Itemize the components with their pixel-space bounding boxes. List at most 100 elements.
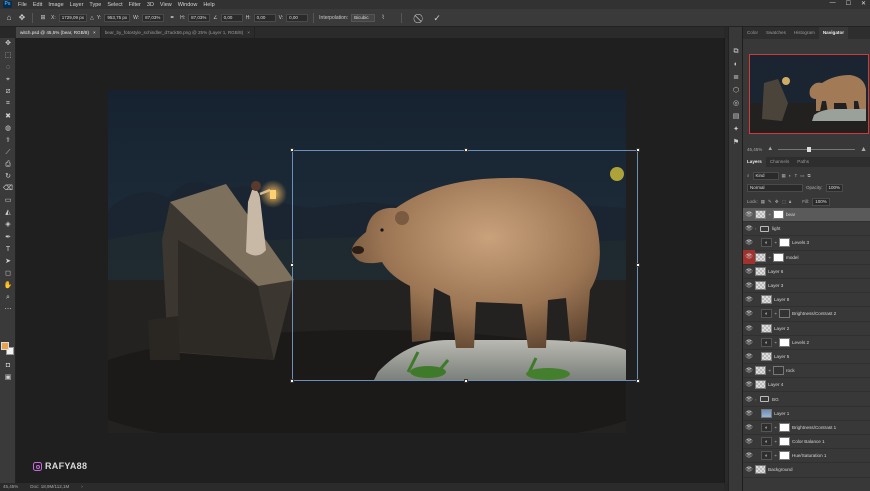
interpolation-select[interactable]: Bicubic (351, 13, 376, 22)
properties-icon[interactable]: ⧉ (729, 45, 743, 58)
visibility-eye-icon[interactable]: 👁︎ (743, 381, 755, 388)
layer-mask-thumbnail[interactable] (779, 422, 790, 432)
transform-handle-sw[interactable] (290, 379, 294, 383)
layer-row[interactable]: 👁︎ Layer 2 (743, 322, 870, 336)
layer-row[interactable]: 👁︎ Layer 3 (743, 279, 870, 294)
layer-row[interactable]: 👁︎ ◐ ⚭ Color Balance 1 (743, 435, 870, 450)
menu-3d[interactable]: 3D (144, 2, 157, 8)
tab-navigator[interactable]: Navigator (818, 27, 849, 39)
free-transform-box[interactable] (290, 148, 640, 383)
adjustments-icon[interactable]: ◐ (729, 58, 743, 71)
layer-row[interactable]: 👁︎ › BG (743, 392, 870, 407)
color-swatches[interactable] (1, 342, 15, 356)
menu-edit[interactable]: Edit (30, 2, 45, 8)
hskew-field[interactable]: 0,00 (253, 13, 276, 22)
tab-layers[interactable]: Layers (743, 157, 766, 167)
lock-position-icon[interactable]: ✥ (775, 199, 779, 205)
visibility-eye-icon[interactable]: 👁︎ (743, 466, 755, 473)
layer-row[interactable]: 👁︎ Layer 1 (743, 407, 870, 421)
visibility-eye-icon[interactable]: 👁︎ (743, 239, 755, 246)
crop-tool-icon[interactable]: ⧄ (0, 86, 16, 98)
maximize-button[interactable]: ☐ (846, 0, 851, 7)
y-position-field[interactable]: 953,75 px (104, 13, 131, 22)
transform-handle-ne[interactable] (636, 148, 640, 152)
hand-tool-icon[interactable]: ✋ (0, 280, 16, 292)
lock-pixels-icon[interactable]: ✎ (768, 199, 772, 205)
foreground-color-swatch[interactable] (1, 342, 9, 350)
brush-tool-icon[interactable]: ⚕ (0, 135, 16, 147)
visibility-eye-icon[interactable]: 👁︎ (743, 438, 755, 445)
layer-mask-thumbnail[interactable] (779, 437, 790, 447)
healing-brush-icon[interactable]: ◍ (0, 123, 16, 135)
zoom-out-icon[interactable]: ▲ (767, 146, 773, 152)
zoom-slider[interactable] (778, 146, 856, 152)
layer-row[interactable]: 👁︎ ⚭ model (743, 250, 870, 265)
layer-mask-thumbnail[interactable] (779, 451, 790, 461)
cancel-transform-icon[interactable]: ⃠ (415, 13, 425, 23)
home-icon[interactable]: ⌂ (4, 13, 14, 23)
visibility-eye-icon[interactable]: 👁︎ (743, 367, 755, 374)
layer-mask-thumbnail[interactable] (773, 210, 784, 220)
close-icon[interactable]: × (93, 27, 96, 38)
history-icon[interactable]: ▤ (729, 110, 743, 123)
fill-field[interactable]: 100% (812, 197, 830, 206)
tab-color[interactable]: Color (743, 27, 762, 39)
lock-all-icon[interactable]: 🔒︎ (789, 199, 791, 204)
tab-paths[interactable]: Paths (793, 157, 813, 167)
layer-mask-thumbnail[interactable] (779, 309, 790, 319)
commit-transform-icon[interactable]: ✓ (432, 13, 442, 23)
visibility-eye-icon[interactable]: 👁︎ (743, 410, 755, 417)
visibility-eye-icon[interactable]: 👁︎ (743, 250, 755, 265)
transform-handle-e[interactable] (636, 263, 640, 267)
quick-select-tool-icon[interactable]: ⌖ (0, 74, 16, 86)
actions-icon[interactable]: ⚑ (729, 136, 743, 149)
height-field[interactable]: 87,03% (188, 13, 211, 22)
layer-mask-thumbnail[interactable] (773, 366, 784, 376)
tab-witch[interactable]: witch.psd @ 45,5% (bear, RGB/8) × (16, 27, 101, 38)
filter-shape-icon[interactable]: ▭ (800, 173, 804, 179)
visibility-eye-icon[interactable]: 👁︎ (743, 396, 755, 403)
blend-mode-select[interactable]: Normal (747, 183, 803, 192)
tab-channels[interactable]: Channels (766, 157, 793, 167)
close-button[interactable]: ✕ (861, 0, 866, 7)
eraser-tool-icon[interactable]: ↻ (0, 171, 16, 183)
visibility-eye-icon[interactable]: 👁︎ (743, 211, 755, 218)
navigator-zoom-value[interactable]: 45,45% (747, 147, 762, 152)
layer-row[interactable]: 👁︎ ⚭ bear (743, 208, 870, 223)
layer-mask-thumbnail[interactable] (779, 337, 790, 347)
lock-artboard-icon[interactable]: ⬚ (782, 199, 786, 205)
opacity-field[interactable]: 100% (825, 183, 844, 192)
warp-icon[interactable]: ⌇ (378, 13, 388, 23)
link-icon[interactable]: ⚭ (167, 13, 177, 23)
transform-handle-w[interactable] (290, 263, 294, 267)
visibility-eye-icon[interactable]: 👁︎ (743, 310, 755, 317)
layer-row[interactable]: 👁︎ ◐ ⚭ Hue/Saturation 1 (743, 449, 870, 464)
menu-view[interactable]: View (157, 2, 175, 8)
dodge-tool-icon[interactable]: ◭ (0, 207, 16, 219)
visibility-eye-icon[interactable]: 👁︎ (743, 268, 755, 275)
lasso-tool-icon[interactable]: ◌ (0, 62, 16, 74)
clone-stamp-icon[interactable]: ⟋ (0, 147, 16, 159)
path-select-icon[interactable]: ➤ (0, 256, 16, 268)
zoom-tool-icon[interactable]: ⌕ (0, 292, 16, 304)
visibility-eye-icon[interactable]: 👁︎ (743, 325, 755, 332)
tab-bear-source[interactable]: bear_by_fotostyle_schindler_d7ack56.png … (101, 27, 255, 38)
layer-row[interactable]: 👁︎ Layer 5 (743, 350, 870, 365)
zoom-level[interactable]: 45,45% (3, 483, 18, 491)
zoom-in-icon[interactable]: ▲ (860, 146, 867, 153)
angle-field[interactable]: 0,00 (220, 13, 243, 22)
transform-handle-n[interactable] (464, 148, 468, 152)
layer-row[interactable]: 👁︎ › light (743, 222, 870, 237)
more-tools-icon[interactable]: ⋯ (0, 304, 16, 316)
menu-select[interactable]: Select (104, 2, 125, 8)
filter-smart-icon[interactable]: ⧉ (808, 173, 811, 178)
filter-type-icon[interactable]: T (795, 173, 798, 178)
zoom-slider-knob[interactable] (807, 146, 812, 152)
layer-row[interactable]: 👁︎ ◐ ⚭ Levels 3 (743, 236, 870, 251)
reference-point-icon[interactable]: ⊞ (38, 13, 48, 23)
type-tool-icon[interactable]: T (0, 244, 16, 256)
menu-help[interactable]: Help (200, 2, 217, 8)
history-brush-icon[interactable]: ⎙ (0, 159, 16, 171)
pen-tool-icon[interactable]: ◈ (0, 219, 16, 231)
frame-tool-icon[interactable]: ⌗ (0, 98, 16, 110)
